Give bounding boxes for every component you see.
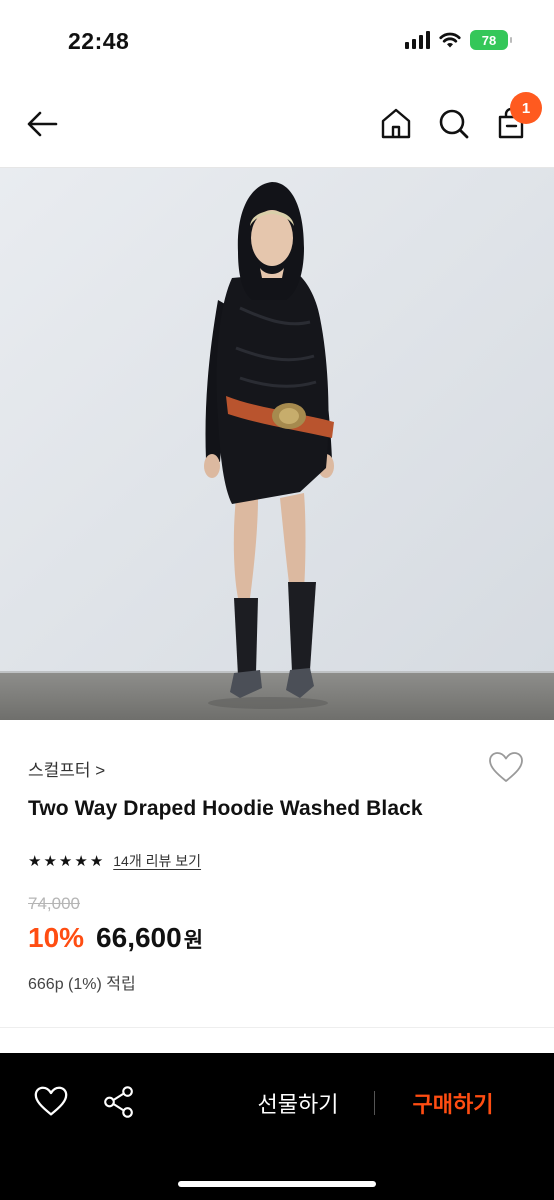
discount-rate: 10% [28, 922, 85, 953]
star-icon: ★ [74, 852, 88, 870]
search-icon[interactable] [434, 104, 474, 144]
home-indicator[interactable] [178, 1181, 376, 1187]
sale-price: 66,600 [96, 922, 182, 953]
back-arrow-icon[interactable] [22, 104, 62, 144]
review-link[interactable]: 14개 리뷰 보기 [113, 851, 201, 871]
battery-level: 78 [481, 32, 497, 48]
brand-link[interactable]: 스컬프터 > [28, 756, 105, 781]
star-icon: ★ [43, 852, 57, 870]
status-icons: 78 [405, 30, 512, 50]
star-icon: ★ [89, 852, 104, 870]
model-in-black-draped-hoodie-dress-photo [0, 168, 554, 720]
star-icon: ★ [58, 852, 73, 870]
original-price: 74,000 [28, 894, 80, 913]
product-image[interactable] [0, 168, 554, 720]
currency-label: 원 [183, 929, 204, 952]
heart-icon[interactable] [32, 1083, 70, 1121]
reward-points: 666p (1%) 적립 [28, 976, 136, 993]
rating-stars: ★ ★ ★ ★ ★ [28, 854, 103, 869]
rating-row: ★ ★ ★ ★ ★ 14개 리뷰 보기 [28, 851, 201, 871]
buy-button[interactable]: 구매하기 [394, 1083, 512, 1123]
gift-button[interactable]: 선물하기 [240, 1083, 356, 1123]
price-row: 10% 66,600 원 [28, 922, 203, 954]
product-name: Two Way Draped Hoodie Washed Black [28, 797, 423, 820]
divider [374, 1091, 375, 1115]
status-time: 22:48 [68, 28, 130, 54]
home-icon[interactable] [376, 104, 416, 144]
bottom-action-bar: 선물하기 구매하기 [0, 1053, 554, 1200]
battery-icon: 78 [470, 30, 512, 50]
star-icon: ★ [28, 852, 42, 870]
app-header [0, 80, 554, 168]
share-icon[interactable] [100, 1083, 138, 1121]
signal-icon [405, 31, 430, 49]
wifi-icon [439, 32, 461, 48]
product-info: 스컬프터 > Two Way Draped Hoodie Washed Blac… [0, 720, 554, 1028]
heart-icon[interactable] [486, 748, 526, 788]
status-bar: 22:48 78 [0, 0, 554, 80]
cart-count-badge: 1 [510, 92, 542, 124]
